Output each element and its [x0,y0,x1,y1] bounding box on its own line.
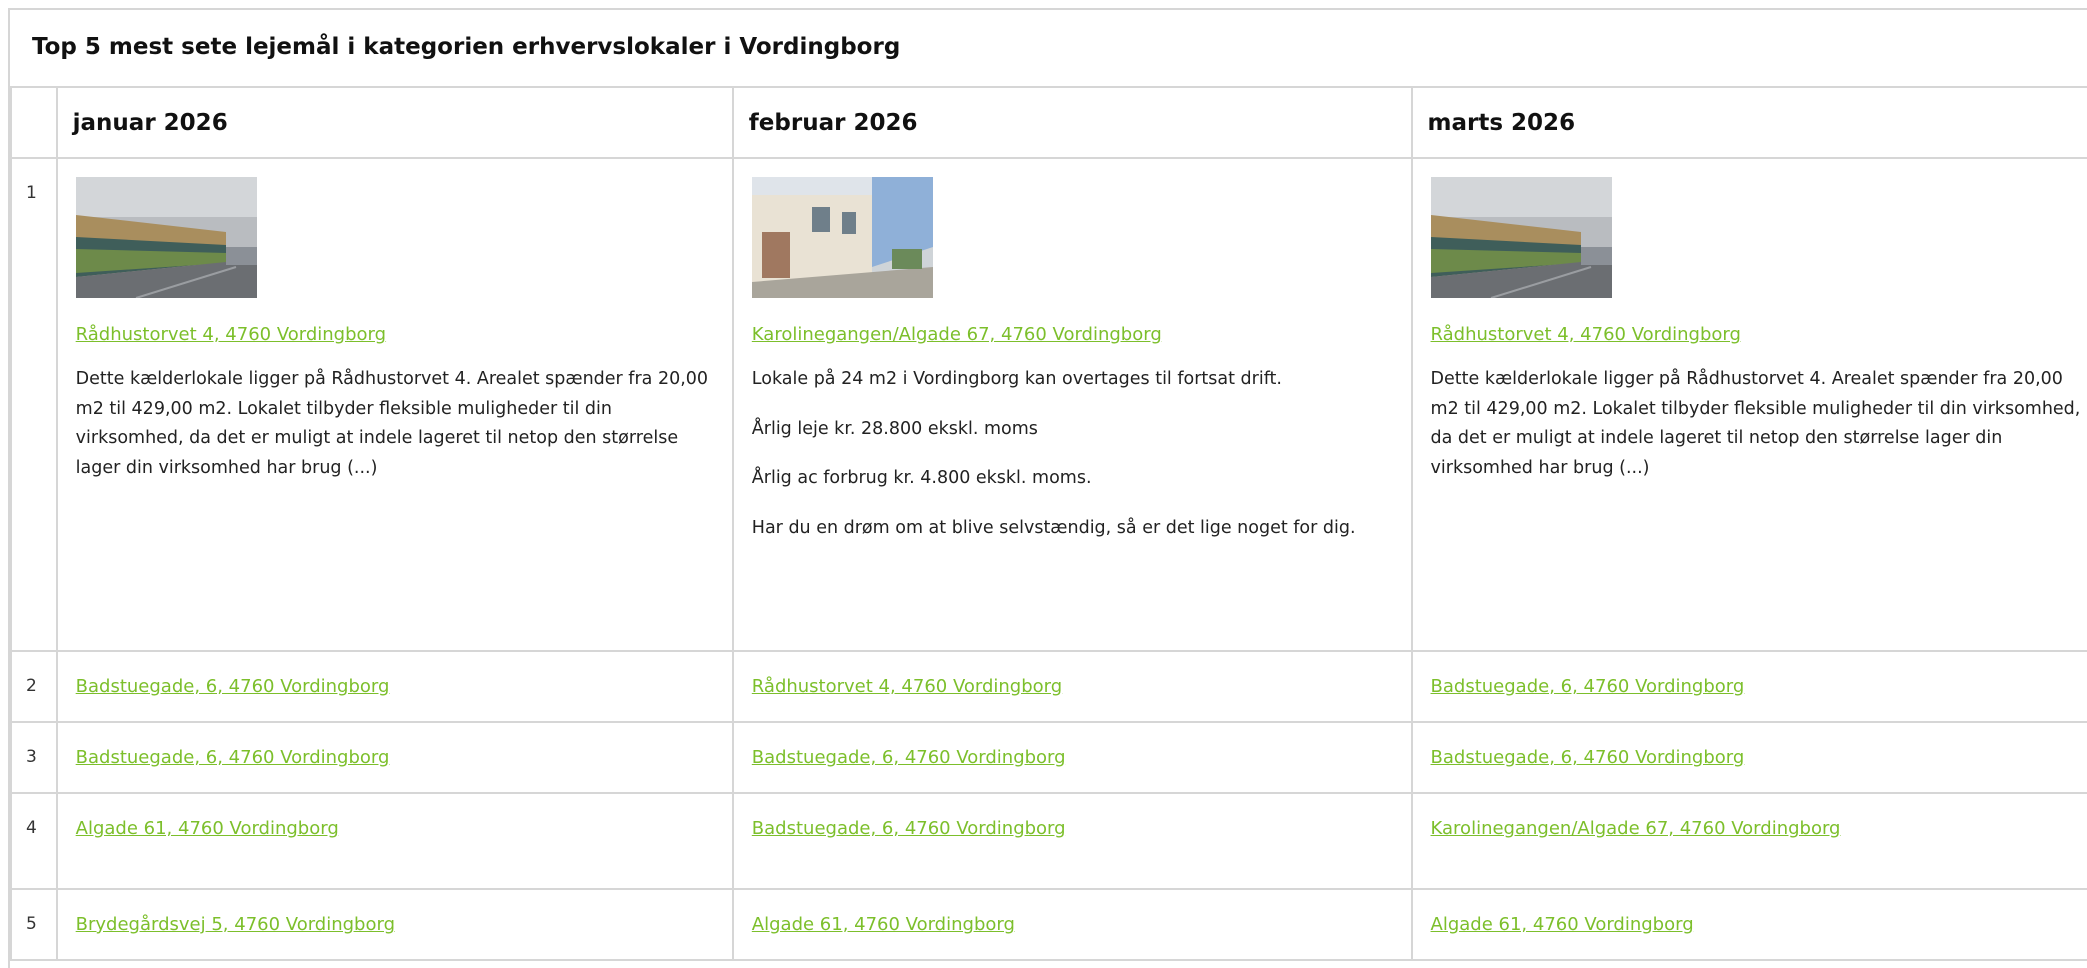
listing-cell: Algade 61, 4760 Vordingborg [1410,888,2087,961]
listing-link[interactable]: Rådhustorvet 4, 4760 Vordingborg [1431,324,1741,345]
listing-cell: Algade 61, 4760 Vordingborg [55,792,734,890]
listing-link[interactable]: Badstuegade, 6, 4760 Vordingborg [752,818,1066,839]
top-listings-panel: Top 5 mest sete lejemål i kategorien erh… [8,8,2087,968]
description-paragraph: Dette kælderlokale ligger på Rådhustorve… [1430,369,2081,478]
listing-image[interactable] [751,177,933,298]
listing-cell: Badstuegade, 6, 4760 Vordingborg [1410,721,2087,794]
listing-link[interactable]: Rådhustorvet 4, 4760 Vordingborg [76,324,386,345]
listing-link[interactable]: Brydegårdsvej 5, 4760 Vordingborg [76,914,395,935]
description-paragraph: Dette kælderlokale ligger på Rådhustorve… [75,369,709,478]
listing-link[interactable]: Badstuegade, 6, 4760 Vordingborg [76,676,390,697]
listing-link[interactable]: Algade 61, 4760 Vordingborg [76,818,339,839]
white-building-photo [751,177,933,298]
rank-number: 1 [10,157,58,652]
rank-number: 3 [10,721,58,794]
table-row: 1 Rådhustorvet 4, 4760 Vordingborg Dette… [10,157,2087,652]
listing-link[interactable]: Badstuegade, 6, 4760 Vordingborg [1431,676,1745,697]
header-row: januar 2026 februar 2026 marts 2026 [10,86,2087,159]
rank-number: 5 [10,888,58,961]
listing-cell: Badstuegade, 6, 4760 Vordingborg [731,792,1413,890]
listing-link[interactable]: Karolinegangen/Algade 67, 4760 Vordingbo… [1431,818,1841,839]
table-row: 2 Badstuegade, 6, 4760 Vordingborg Rådhu… [10,650,2087,723]
listing-cell: Badstuegade, 6, 4760 Vordingborg [731,721,1413,794]
table-row: 4 Algade 61, 4760 Vordingborg Badstuegad… [10,792,2087,890]
street-building-photo [1430,177,1612,298]
table-row: 5 Brydegårdsvej 5, 4760 Vordingborg Alga… [10,888,2087,961]
listing-link[interactable]: Badstuegade, 6, 4760 Vordingborg [76,747,390,768]
listing-cell: Brydegårdsvej 5, 4760 Vordingborg [55,888,734,961]
listing-cell: Karolinegangen/Algade 67, 4760 Vordingbo… [1410,792,2087,890]
listing-cell: Badstuegade, 6, 4760 Vordingborg [55,721,734,794]
listings-table: januar 2026 februar 2026 marts 2026 1 Rå… [10,86,2087,961]
listing-cell: Rådhustorvet 4, 4760 Vordingborg [731,650,1413,723]
listing-link[interactable]: Karolinegangen/Algade 67, 4760 Vordingbo… [752,324,1162,345]
table-row: 3 Badstuegade, 6, 4760 Vordingborg Badst… [10,721,2087,794]
listing-description: Lokale på 24 m2 i Vordingborg kan overta… [752,365,1396,543]
listing-image[interactable] [1430,177,1612,298]
month-header-jan: januar 2026 [55,86,734,159]
rank-number: 2 [10,650,58,723]
top-listing-feb: Karolinegangen/Algade 67, 4760 Vordingbo… [731,157,1413,652]
top-listing-mar: Rådhustorvet 4, 4760 Vordingborg Dette k… [1410,157,2087,652]
listing-description: Dette kælderlokale ligger på Rådhustorve… [1431,365,2087,483]
description-paragraph: Lokale på 24 m2 i Vordingborg kan overta… [751,369,1282,389]
description-paragraph: Har du en drøm om at blive selvstændig, … [751,517,1356,538]
listing-cell: Badstuegade, 6, 4760 Vordingborg [1410,650,2087,723]
listing-link[interactable]: Algade 61, 4760 Vordingborg [752,914,1015,935]
listing-link[interactable]: Rådhustorvet 4, 4760 Vordingborg [752,676,1062,697]
listing-link[interactable]: Badstuegade, 6, 4760 Vordingborg [752,747,1066,768]
listing-cell: Algade 61, 4760 Vordingborg [731,888,1413,961]
listing-description: Dette kælderlokale ligger på Rådhustorve… [76,365,717,483]
listing-link[interactable]: Badstuegade, 6, 4760 Vordingborg [1431,747,1745,768]
description-paragraph: Årlig leje kr. 28.800 ekskl. moms [751,418,1038,439]
description-paragraph: Årlig ac forbrug kr. 4.800 ekskl. moms. [751,468,1092,488]
street-building-photo [75,177,257,298]
top-listing-jan: Rådhustorvet 4, 4760 Vordingborg Dette k… [55,157,734,652]
rank-header [10,86,58,159]
panel-title: Top 5 mest sete lejemål i kategorien erh… [32,34,901,60]
listing-link[interactable]: Algade 61, 4760 Vordingborg [1431,914,1694,935]
month-header-mar: marts 2026 [1410,86,2087,159]
listing-cell: Badstuegade, 6, 4760 Vordingborg [55,650,734,723]
month-header-feb: februar 2026 [731,86,1413,159]
listing-image[interactable] [75,177,257,298]
rank-number: 4 [10,792,58,890]
